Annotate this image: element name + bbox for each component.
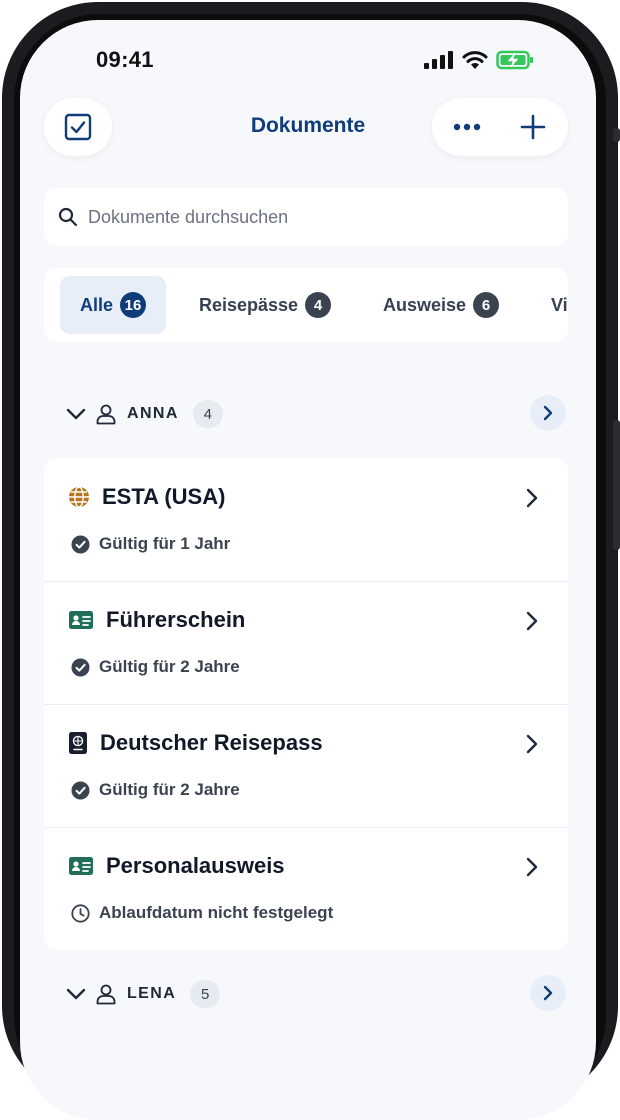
- tab-count-badge: 6: [473, 292, 500, 318]
- tab-label: Reisepässe: [199, 294, 299, 315]
- passport-icon: [69, 732, 87, 754]
- chevron-right-icon: [526, 488, 538, 508]
- check-circle-icon: [71, 658, 90, 676]
- row-divider: [44, 827, 568, 828]
- battery-charging-icon: [496, 50, 533, 70]
- group-open-button[interactable]: [530, 395, 566, 431]
- person-icon: [96, 404, 116, 425]
- row-divider: [44, 581, 568, 582]
- document-title: Führerschein: [106, 607, 246, 632]
- group-name: ANNA: [127, 405, 179, 422]
- actions-group: [432, 98, 568, 156]
- group-open-button[interactable]: [530, 975, 566, 1011]
- plus-icon: [520, 114, 546, 140]
- filter-tabs: Alle 16 Reisepässe 4 Ausweise 6 Vi: [44, 268, 568, 342]
- document-status: Gültig für 2 Jahre: [99, 657, 240, 676]
- check-circle-icon: [71, 535, 90, 553]
- more-button[interactable]: [438, 98, 496, 156]
- document-title: ESTA (USA): [102, 484, 226, 509]
- documents-list: ESTA (USA) Gültig für 1 Jahr Führerschei…: [44, 458, 568, 950]
- chevron-right-icon: [543, 405, 553, 421]
- tab-alle[interactable]: Alle 16: [60, 276, 167, 334]
- tab-count-badge: 4: [305, 292, 332, 318]
- search-icon: [58, 207, 78, 227]
- group-name: LENA: [127, 985, 177, 1002]
- document-status: Gültig für 2 Jahre: [99, 780, 240, 799]
- more-icon: [453, 123, 481, 131]
- document-status: Gültig für 1 Jahr: [99, 534, 231, 553]
- signal-icon: [424, 51, 453, 69]
- list-item[interactable]: Deutscher Reisepass Gültig für 2 Jahre: [44, 704, 568, 827]
- search-placeholder: Dokumente durchsuchen: [88, 206, 289, 227]
- device-side-button: [613, 128, 620, 142]
- tab-label: Alle: [80, 294, 114, 315]
- group-count: 4: [192, 400, 223, 428]
- chevron-down-icon: [66, 408, 86, 420]
- tab-count-badge: 16: [120, 292, 147, 318]
- list-item[interactable]: Personalausweis Ablaufdatum nicht festge…: [44, 827, 568, 950]
- chevron-down-icon: [66, 988, 86, 1000]
- tab-ausweise[interactable]: Ausweise 6: [383, 276, 500, 334]
- add-button[interactable]: [504, 98, 562, 156]
- id-card-icon: [69, 857, 93, 875]
- document-title: Deutscher Reisepass: [100, 730, 323, 755]
- tab-label: Vi: [551, 294, 568, 315]
- group-header-lena[interactable]: LENA 5: [44, 972, 568, 1016]
- document-title: Personalausweis: [106, 853, 285, 878]
- row-divider: [44, 704, 568, 705]
- id-card-icon: [69, 611, 93, 629]
- document-status: Ablaufdatum nicht festgelegt: [99, 903, 334, 922]
- list-item[interactable]: ESTA (USA) Gültig für 1 Jahr: [44, 458, 568, 581]
- person-icon: [96, 984, 116, 1005]
- list-item[interactable]: Führerschein Gültig für 2 Jahre: [44, 581, 568, 704]
- chevron-right-icon: [526, 611, 538, 631]
- tab-label: Ausweise: [383, 294, 467, 315]
- status-icons: [424, 50, 534, 70]
- check-circle-icon: [71, 781, 90, 799]
- group-count: 5: [190, 980, 221, 1008]
- device-power-button: [613, 420, 620, 550]
- chevron-right-icon: [526, 857, 538, 877]
- wifi-icon: [462, 50, 488, 69]
- status-time: 09:41: [96, 47, 154, 72]
- chevron-right-icon: [526, 734, 538, 754]
- search-field[interactable]: Dokumente durchsuchen: [44, 188, 568, 246]
- globe-icon: [69, 486, 89, 508]
- tab-reisepaesse[interactable]: Reisepässe 4: [199, 276, 332, 334]
- chevron-right-icon: [543, 985, 553, 1001]
- tab-visa[interactable]: Vi: [551, 276, 568, 334]
- clock-icon: [71, 903, 90, 923]
- app-screen: 09:41 Dokumente Dokumente durchsuchen Al…: [20, 20, 596, 1120]
- group-header-anna[interactable]: ANNA 4: [44, 392, 568, 436]
- nav-header: Dokumente: [20, 98, 596, 158]
